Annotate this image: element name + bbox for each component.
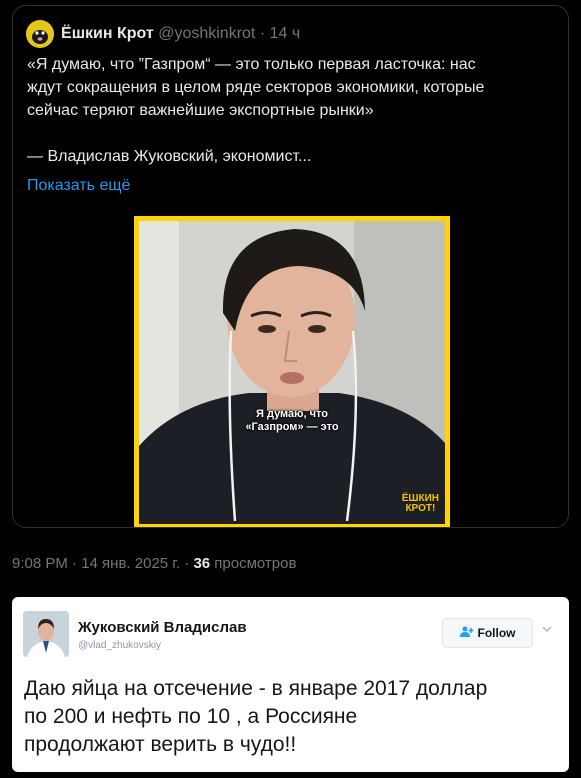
tweet-meta: 9:08 PM · 14 янв. 2025 г. · 36 просмотро… <box>12 555 296 572</box>
tweet-header: Ёшкин Крот @yoshkinkrot · 14 ч <box>61 25 300 43</box>
show-more-link[interactable]: Показать ещё <box>27 177 130 195</box>
author-name[interactable]: Жуковский Владислав <box>78 619 247 636</box>
tweet-time[interactable]: · 14 ч <box>260 25 300 42</box>
video-caption: Я думаю, что «Газпром» — это <box>245 408 339 433</box>
views-count: 36 <box>193 555 211 572</box>
avatar-photo-icon <box>23 611 69 657</box>
follow-button[interactable]: Follow <box>442 618 533 648</box>
author-name[interactable]: Ёшкин Крот <box>61 25 154 42</box>
video-frame-image <box>139 221 445 524</box>
chevron-down-icon[interactable] <box>542 624 552 636</box>
video-player[interactable]: Я думаю, что «Газпром» — это ЁШКИН КРОТ! <box>134 216 450 527</box>
quoted-tweet-screenshot: Жуковский Владислав @vlad_zhukovskiy Fol… <box>12 597 569 772</box>
video-watermark-logo: ЁШКИН КРОТ! <box>401 493 439 514</box>
tweet-card[interactable]: Ёшкин Крот @yoshkinkrot · 14 ч «Я думаю,… <box>12 5 569 528</box>
follow-label: Follow <box>477 626 516 640</box>
avatar[interactable] <box>23 611 69 657</box>
author-handle[interactable]: @vlad_zhukovskiy <box>78 640 161 651</box>
avatar[interactable] <box>26 20 54 48</box>
author-handle[interactable]: @yoshkinkrot <box>158 25 255 42</box>
tweet-text: «Я думаю, что ”Газпром“ — это только пер… <box>27 56 485 165</box>
quoted-tweet-text: Даю яйца на отсечение - в январе 2017 до… <box>24 677 488 756</box>
views-label: просмотров <box>214 555 297 572</box>
tweet-media[interactable]: Я думаю, что «Газпром» — это ЁШКИН КРОТ! <box>13 215 568 527</box>
follow-person-plus-icon <box>459 626 474 640</box>
tweet-timestamp[interactable]: 9:08 PM · 14 янв. 2025 г. · <box>12 555 189 572</box>
avatar-mole-icon <box>26 20 54 48</box>
